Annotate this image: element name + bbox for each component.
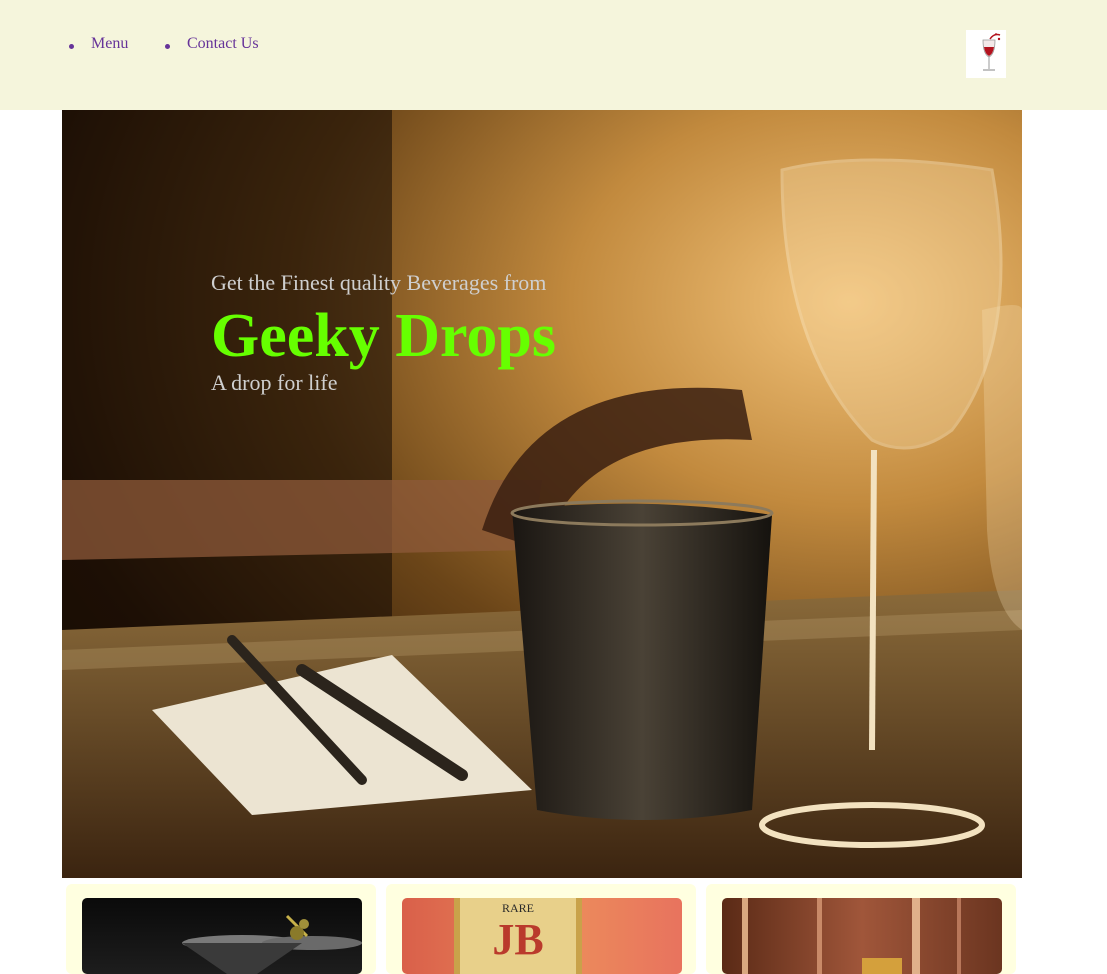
hero-slogan: A drop for life bbox=[211, 370, 338, 395]
hero-banner: Get the Finest quality Beverages from Ge… bbox=[62, 110, 1022, 878]
product-card-row: RARE JB bbox=[0, 878, 1107, 974]
svg-text:RARE: RARE bbox=[502, 901, 534, 915]
nav-link-contact-us[interactable]: Contact Us bbox=[187, 35, 259, 52]
wine-glass-logo-icon[interactable] bbox=[966, 30, 1006, 78]
svg-text:JB: JB bbox=[492, 915, 543, 964]
jb-rare-whisky-image: RARE JB bbox=[402, 898, 682, 974]
product-card[interactable] bbox=[66, 884, 376, 974]
martini-glasses-image bbox=[82, 898, 362, 974]
nav-item-menu: Menu bbox=[68, 35, 128, 53]
nav-item-contact-us: Contact Us bbox=[165, 35, 259, 53]
product-card[interactable] bbox=[706, 884, 1016, 974]
hero-tagline: Get the Finest quality Beverages from bbox=[211, 270, 547, 295]
restaurant-table-glasses-image bbox=[62, 110, 1022, 878]
nav-link-menu[interactable]: Menu bbox=[91, 35, 128, 52]
product-card[interactable]: RARE JB bbox=[386, 884, 696, 974]
hero-brand-title: Geeky Drops bbox=[211, 302, 557, 370]
top-navigation-bar: Menu Contact Us bbox=[0, 0, 1107, 110]
bar-bottles-image bbox=[722, 898, 1002, 974]
hero-text-block: Get the Finest quality Beverages from Ge… bbox=[211, 268, 556, 398]
